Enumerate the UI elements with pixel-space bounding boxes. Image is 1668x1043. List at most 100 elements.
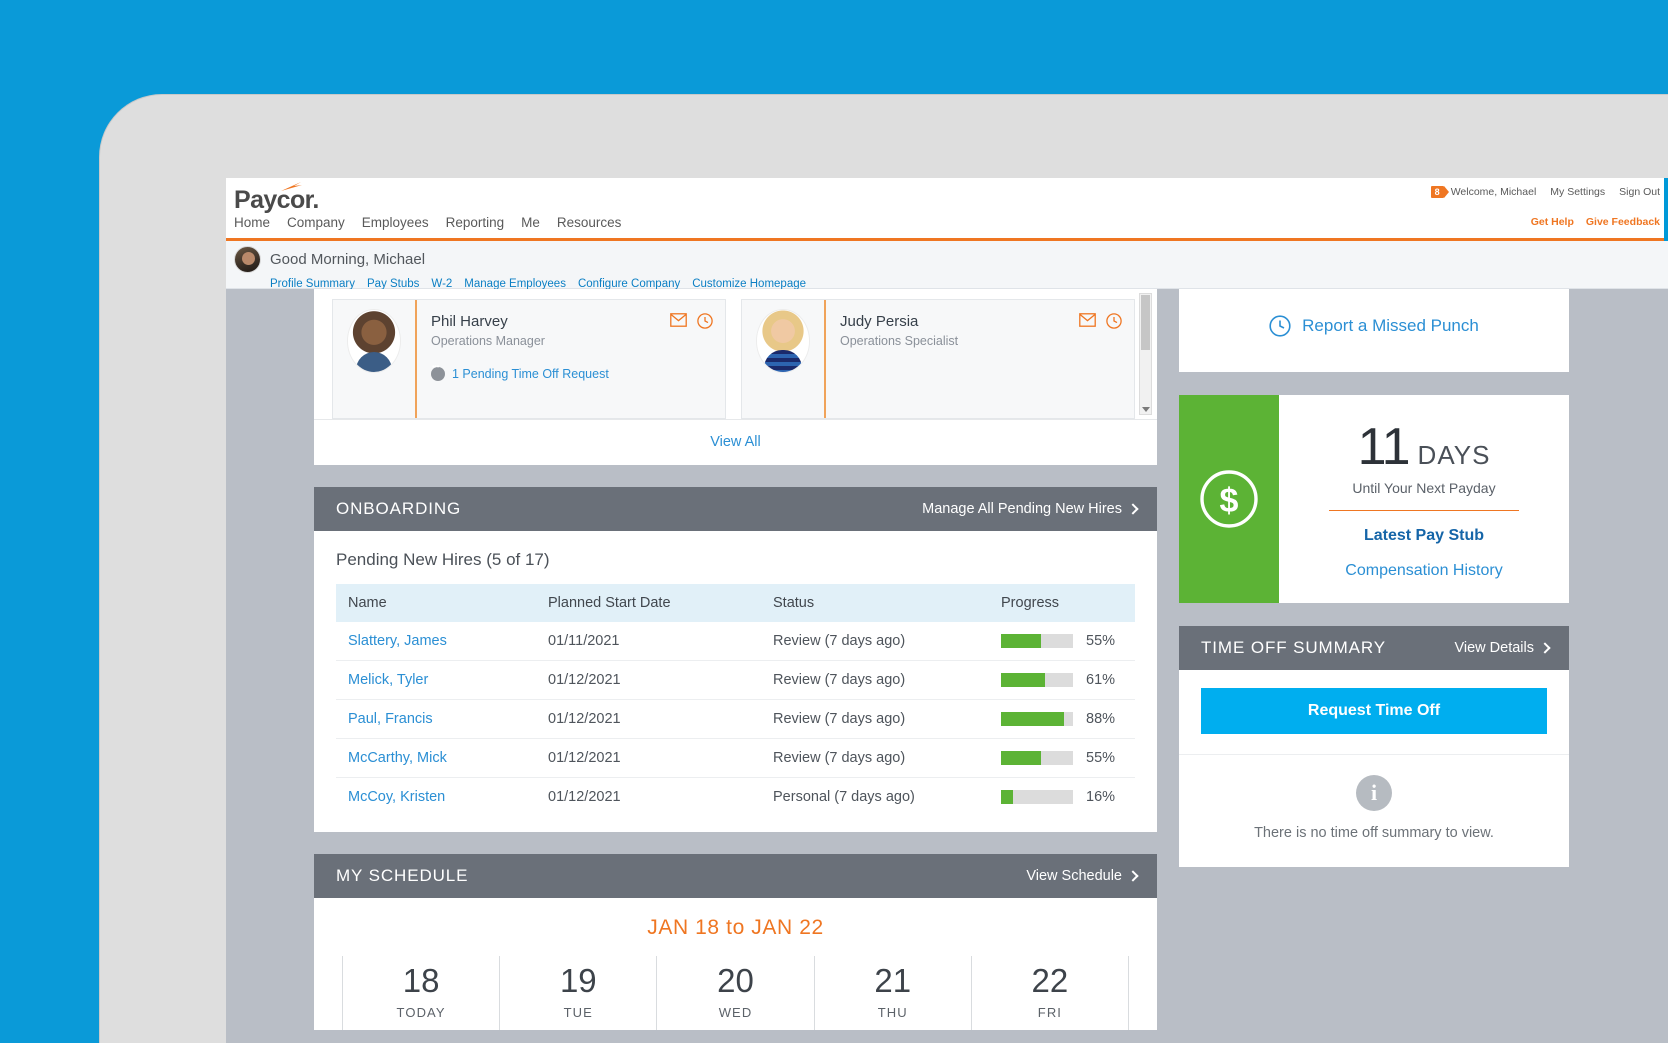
new-hire-name-link[interactable]: McCarthy, Mick (348, 750, 447, 766)
employee-card[interactable]: Judy Persia Operations Specialist (741, 299, 1135, 419)
pending-new-hires-table: Name Planned Start Date Status Progress … (336, 584, 1135, 816)
sign-out-link[interactable]: Sign Out (1619, 186, 1660, 198)
dashboard-body: Phil Harvey Operations Manager ••• 1 Pen… (226, 289, 1668, 1043)
help-navigation: Get Help Give Feedback (1531, 216, 1660, 228)
nav-item-reporting[interactable]: Reporting (446, 215, 505, 230)
payday-icon-panel: $ (1179, 395, 1279, 603)
progress-bar-fill (1001, 751, 1041, 765)
brand-logo[interactable]: Paycor. (234, 182, 319, 215)
time-off-summary-header: TIME OFF SUMMARY View Details (1179, 626, 1569, 670)
schedule-day[interactable]: 18 TODAY (342, 956, 499, 1030)
clock-icon (1269, 315, 1291, 337)
dollar-circle-icon: $ (1200, 470, 1258, 528)
avatar (757, 310, 809, 372)
pending-time-off-link[interactable]: 1 Pending Time Off Request (431, 362, 713, 381)
table-row: Paul, Francis 01/12/2021 Review (7 days ag… (336, 699, 1135, 739)
time-off-summary-title: TIME OFF SUMMARY (1201, 638, 1387, 657)
svg-text:$: $ (1220, 482, 1239, 520)
chevron-right-icon (1539, 642, 1551, 654)
schedule-day[interactable]: 21 THU (813, 956, 971, 1030)
table-header-row: Name Planned Start Date Status Progress (336, 584, 1135, 622)
progress-percent-label: 55% (1086, 633, 1116, 649)
view-schedule-link[interactable]: View Schedule (1026, 868, 1139, 884)
progress-bar-track (1001, 751, 1073, 765)
employee-list-scrollbar[interactable] (1139, 293, 1152, 415)
new-hire-name-link[interactable]: Paul, Francis (348, 711, 433, 727)
cell-progress: 16% (989, 778, 1135, 817)
employee-title: Operations Specialist (840, 334, 959, 348)
divider (1329, 510, 1519, 511)
progress-bar-track (1001, 673, 1073, 687)
column-header-progress: Progress (989, 584, 1135, 622)
give-feedback-link[interactable]: Give Feedback (1586, 216, 1660, 228)
table-row: Melick, Tyler 01/12/2021 Review (7 days ag… (336, 660, 1135, 700)
view-schedule-label: View Schedule (1026, 868, 1122, 884)
my-settings-link[interactable]: My Settings (1550, 186, 1605, 198)
employee-title: Operations Manager (431, 334, 545, 348)
cell-progress: 55% (989, 622, 1135, 661)
payday-days-unit: DAYS (1417, 440, 1491, 470)
envelope-icon[interactable] (670, 313, 687, 327)
utility-navigation: 8 Welcome, Michael My Settings Sign Out (1430, 186, 1660, 198)
cell-status: Review (7 days ago) (761, 699, 989, 739)
nav-item-home[interactable]: Home (234, 215, 270, 230)
manage-pending-new-hires-link[interactable]: Manage All Pending New Hires (922, 501, 1139, 517)
welcome-user-link[interactable]: 8 Welcome, Michael (1430, 186, 1536, 198)
schedule-day[interactable]: 20 WED (656, 956, 813, 1030)
new-hire-name-link[interactable]: Slattery, James (348, 633, 447, 649)
compensation-history-link[interactable]: Compensation History (1345, 562, 1502, 580)
get-help-link[interactable]: Get Help (1531, 216, 1574, 228)
nav-item-company[interactable]: Company (287, 215, 345, 230)
clock-icon[interactable] (1106, 313, 1122, 329)
manage-pending-new-hires-label: Manage All Pending New Hires (922, 501, 1122, 517)
tablet-device-frame: Paycor. Home Company Employees Reporting… (100, 95, 1668, 1043)
new-hire-name-link[interactable]: McCoy, Kristen (348, 789, 445, 805)
schedule-day-label: TUE (563, 1005, 593, 1020)
paycor-swoosh-icon (281, 182, 302, 191)
app-viewport: Paycor. Home Company Employees Reporting… (226, 178, 1668, 1043)
clock-icon[interactable] (697, 313, 713, 329)
notification-badge[interactable]: 8 (1430, 186, 1449, 198)
cell-status: Review (7 days ago) (761, 738, 989, 778)
nav-item-me[interactable]: Me (521, 215, 540, 230)
global-header: Paycor. Home Company Employees Reporting… (226, 178, 1668, 241)
table-row: Slattery, James 01/11/2021 Review (7 days … (336, 622, 1135, 661)
envelope-icon[interactable] (1079, 313, 1096, 327)
cell-planned-start-date: 01/12/2021 (536, 660, 761, 700)
schedule-day-number: 22 (1031, 962, 1069, 999)
time-off-empty-state: i There is no time off summary to view. (1179, 755, 1569, 867)
view-details-link[interactable]: View Details (1454, 640, 1551, 656)
schedule-day[interactable]: 19 TUE (499, 956, 656, 1030)
payday-countdown: 11 DAYS (1358, 417, 1491, 477)
report-missed-punch-label: Report a Missed Punch (1302, 316, 1479, 335)
brand-period: . (312, 186, 319, 214)
cell-status: Personal (7 days ago) (773, 789, 915, 805)
scrollbar-thumb[interactable] (1141, 295, 1150, 350)
employee-card[interactable]: Phil Harvey Operations Manager ••• 1 Pen… (332, 299, 726, 419)
progress-bar-fill (1001, 673, 1045, 687)
progress-percent-label: 55% (1086, 750, 1116, 766)
payday-info: 11 DAYS Until Your Next Payday Latest Pa… (1279, 395, 1569, 603)
schedule-day-number: 19 (559, 962, 597, 999)
cell-progress: 88% (989, 699, 1135, 739)
column-header-status: Status (761, 584, 989, 622)
cell-name: Paul, Francis (336, 699, 536, 739)
scroll-down-icon[interactable] (1142, 407, 1150, 412)
nav-item-resources[interactable]: Resources (557, 215, 622, 230)
nav-item-employees[interactable]: Employees (362, 215, 429, 230)
chat-bubble-button[interactable] (1664, 178, 1668, 241)
view-all-row: View All (314, 419, 1157, 465)
progress-percent-label: 88% (1086, 711, 1116, 727)
request-time-off-button[interactable]: Request Time Off (1201, 688, 1547, 734)
user-avatar-icon[interactable] (234, 246, 261, 273)
new-hire-name-link[interactable]: Melick, Tyler (348, 672, 428, 688)
progress-percent-label: 16% (1086, 789, 1116, 805)
schedule-day[interactable]: 22 FRI (970, 956, 1130, 1030)
view-all-link[interactable]: View All (710, 434, 761, 450)
payday-card: $ 11 DAYS Until Your Next Payday Latest … (1179, 395, 1569, 603)
report-missed-punch-link[interactable]: Report a Missed Punch (1269, 315, 1479, 337)
schedule-day-label: THU (877, 1005, 908, 1020)
latest-pay-stub-link[interactable]: Latest Pay Stub (1364, 527, 1484, 545)
view-details-label: View Details (1454, 640, 1534, 656)
cell-status: Review (7 days ago) (761, 622, 989, 661)
